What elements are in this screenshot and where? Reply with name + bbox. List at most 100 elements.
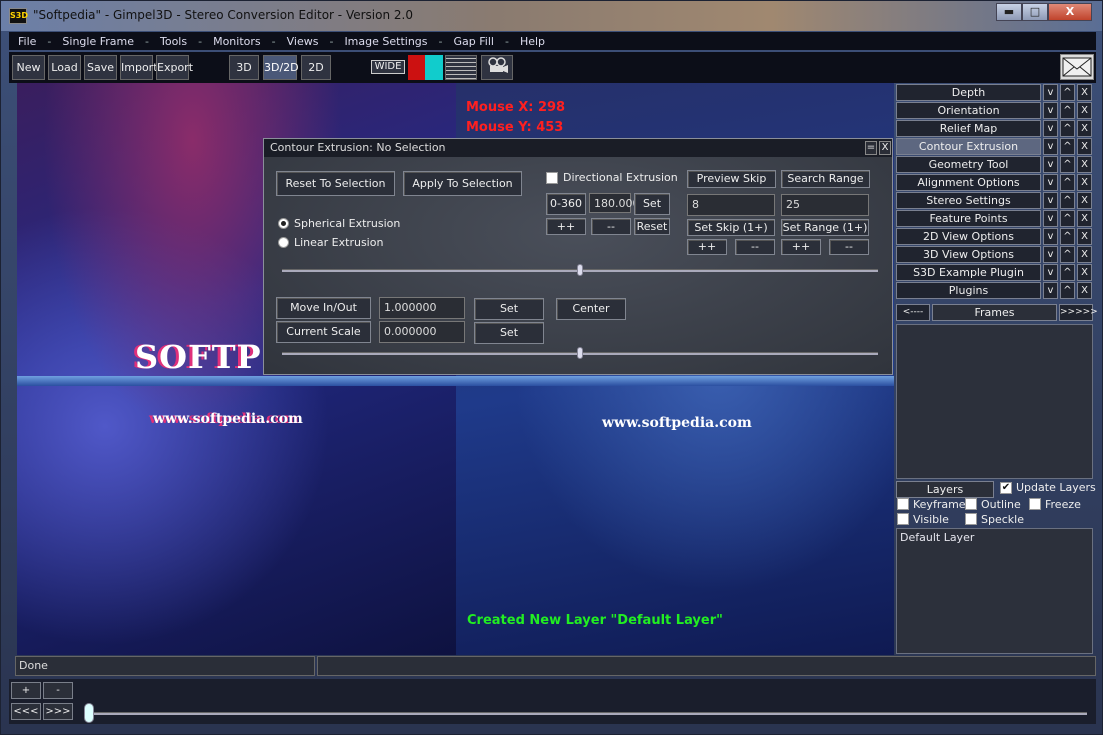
chevron-down-icon[interactable]: v [1043,102,1058,119]
chevron-up-icon[interactable]: ^ [1060,246,1075,263]
current-scale-field[interactable]: 0.000000 [379,321,465,343]
freeze-checkbox[interactable] [1029,498,1041,510]
tool-s3d-example-plugin-button[interactable]: S3D Example Plugin [896,264,1041,281]
frames-next-button[interactable]: >>>>> [1059,304,1098,321]
chevron-up-icon[interactable]: ^ [1060,228,1075,245]
previous-frame-button[interactable]: <<< [11,703,41,720]
envelope-icon[interactable] [1060,54,1094,80]
camera-icon[interactable] [481,55,513,80]
chevron-up-icon[interactable]: ^ [1060,120,1075,137]
tool-feature-points-button[interactable]: Feature Points [896,210,1041,227]
dialog-minimize-button[interactable]: = [865,141,877,155]
wide-button[interactable]: WIDE [371,60,405,74]
chevron-up-icon[interactable]: ^ [1060,210,1075,227]
timeline-slider-track[interactable] [94,712,1087,715]
close-icon[interactable]: X [1077,120,1092,137]
zoom-out-button[interactable]: - [43,682,73,699]
tool-3d-view-options-button[interactable]: 3D View Options [896,246,1041,263]
tool-relief-map-button[interactable]: Relief Map [896,120,1041,137]
close-icon[interactable]: X [1077,138,1092,155]
chevron-up-icon[interactable]: ^ [1060,282,1075,299]
new-button[interactable]: New [12,55,45,80]
close-icon[interactable]: X [1077,210,1092,227]
tool-contour-extrusion-button[interactable]: Contour Extrusion [896,138,1041,155]
move-set-button[interactable]: Set [474,298,544,320]
load-button[interactable]: Load [48,55,81,80]
angle-field[interactable]: 180.000 [589,193,640,213]
angle-set-button[interactable]: Set [634,193,670,215]
reset-to-selection-button[interactable]: Reset To Selection [276,171,395,196]
menu-monitors[interactable]: Monitors [204,35,270,48]
tool-orientation-button[interactable]: Orientation [896,102,1041,119]
chevron-up-icon[interactable]: ^ [1060,192,1075,209]
skip-decrease-button[interactable]: -- [735,239,775,255]
maximize-button[interactable]: □ [1022,3,1048,21]
dialog-close-button[interactable]: X [879,141,891,155]
outline-checkbox[interactable] [965,498,977,510]
chevron-down-icon[interactable]: v [1043,138,1058,155]
chevron-down-icon[interactable]: v [1043,264,1058,281]
visible-checkbox[interactable] [897,513,909,525]
center-button[interactable]: Center [556,298,626,320]
move-in-out-field[interactable]: 1.000000 [379,297,465,319]
preview-skip-field[interactable]: 8 [687,194,775,216]
range-increase-button[interactable]: ++ [781,239,821,255]
minimize-button[interactable]: ▬ [996,3,1022,21]
grid-icon[interactable] [445,55,477,80]
close-icon[interactable]: X [1077,264,1092,281]
close-icon[interactable]: X [1077,102,1092,119]
set-skip-button[interactable]: Set Skip (1+) [687,219,775,236]
skip-increase-button[interactable]: ++ [687,239,727,255]
linear-extrusion-radio[interactable] [278,237,289,248]
scale-slider-knob[interactable] [577,347,583,359]
save-button[interactable]: Save [84,55,117,80]
close-icon[interactable]: X [1077,156,1092,173]
chevron-down-icon[interactable]: v [1043,156,1058,173]
mode-2d-button[interactable]: 2D [301,55,331,80]
keyframe-checkbox[interactable] [897,498,909,510]
angle-increase-button[interactable]: ++ [546,218,586,235]
tool-plugins-button[interactable]: Plugins [896,282,1041,299]
tool-depth-button[interactable]: Depth [896,84,1041,101]
search-range-field[interactable]: 25 [781,194,869,216]
spherical-extrusion-radio[interactable] [278,218,289,229]
tool-alignment-options-button[interactable]: Alignment Options [896,174,1041,191]
layers-list[interactable]: Default Layer [896,528,1093,654]
chevron-down-icon[interactable]: v [1043,192,1058,209]
menu-views[interactable]: Views [278,35,328,48]
search-range-button[interactable]: Search Range [781,170,870,188]
next-frame-button[interactable]: >>> [43,703,73,720]
range-0-360-button[interactable]: 0-360 [546,193,586,215]
chevron-down-icon[interactable]: v [1043,246,1058,263]
speckle-checkbox[interactable] [965,513,977,525]
export-button[interactable]: Export [156,55,193,80]
mode-3d-button[interactable]: 3D [229,55,259,80]
directional-extrusion-checkbox[interactable] [546,172,558,184]
zoom-in-button[interactable]: + [11,682,41,699]
tool-2d-view-options-button[interactable]: 2D View Options [896,228,1041,245]
scale-set-button[interactable]: Set [474,322,544,344]
layer-item[interactable]: Default Layer [897,529,1092,546]
cyan-swatch[interactable] [425,55,443,80]
angle-decrease-button[interactable]: -- [591,218,631,235]
close-icon[interactable]: X [1077,282,1092,299]
menu-tools[interactable]: Tools [151,35,196,48]
update-layers-checkbox[interactable]: ✔ [1000,482,1012,494]
chevron-up-icon[interactable]: ^ [1060,84,1075,101]
chevron-down-icon[interactable]: v [1043,282,1058,299]
menu-gap-fill[interactable]: Gap Fill [445,35,503,48]
chevron-up-icon[interactable]: ^ [1060,138,1075,155]
timeline-slider-knob[interactable] [84,703,94,723]
chevron-up-icon[interactable]: ^ [1060,102,1075,119]
import-button[interactable]: Import [120,55,158,80]
tool-geometry-tool-button[interactable]: Geometry Tool [896,156,1041,173]
chevron-down-icon[interactable]: v [1043,120,1058,137]
apply-to-selection-button[interactable]: Apply To Selection [403,171,522,196]
extrusion-slider-knob[interactable] [577,264,583,276]
red-swatch[interactable] [408,55,426,80]
menu-image-settings[interactable]: Image Settings [335,35,436,48]
range-decrease-button[interactable]: -- [829,239,869,255]
current-scale-button[interactable]: Current Scale [276,321,371,343]
chevron-up-icon[interactable]: ^ [1060,264,1075,281]
close-button[interactable]: X [1048,3,1092,21]
